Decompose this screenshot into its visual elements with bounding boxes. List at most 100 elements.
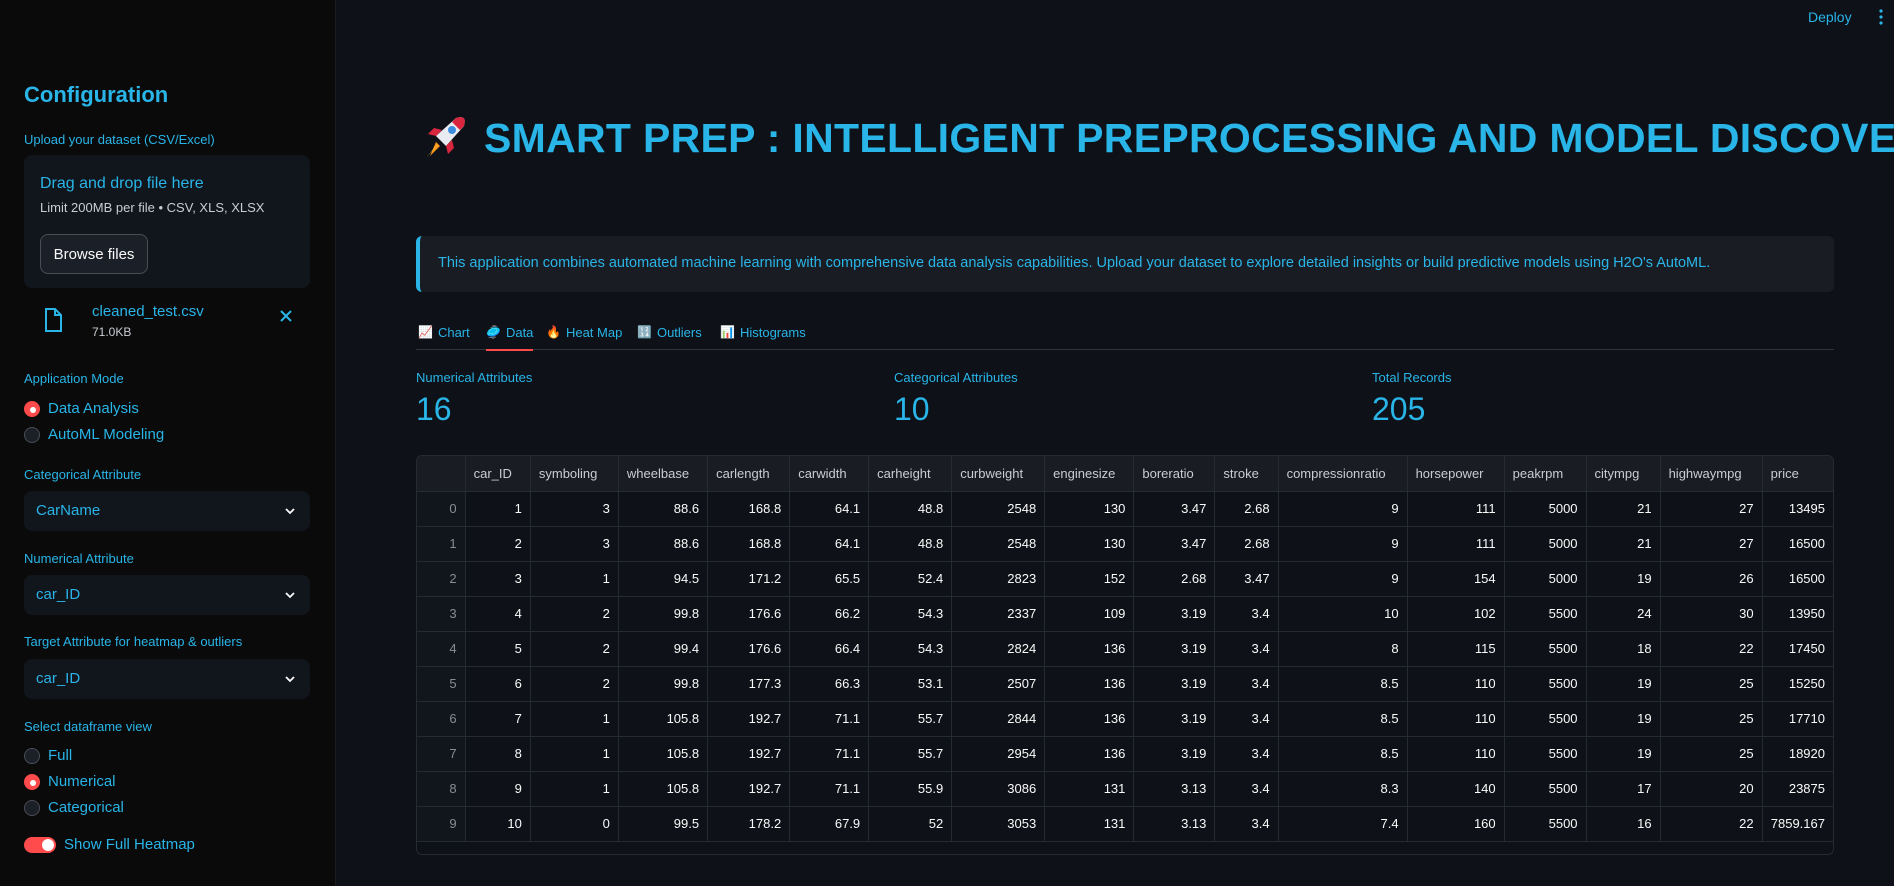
table-cell[interactable]: 154 [1407,561,1505,597]
file-dropzone[interactable]: Drag and drop file here Limit 200MB per … [24,155,310,288]
table-cell[interactable]: 1 [530,561,619,597]
table-cell[interactable]: 5500 [1504,771,1587,807]
table-cell[interactable]: 19 [1586,736,1661,772]
table-cell[interactable]: 66.3 [789,666,870,702]
table-cell[interactable]: 4 [465,596,531,632]
deploy-button[interactable]: Deploy [1808,9,1852,25]
table-cell[interactable]: 3 [465,561,531,597]
table-cell[interactable]: 3.13 [1133,771,1216,807]
column-header[interactable]: compressionratio [1278,456,1408,492]
radio-view-numerical[interactable]: Numerical [24,773,116,790]
table-cell[interactable]: 2.68 [1133,561,1216,597]
column-header[interactable]: carwidth [789,456,870,492]
table-cell[interactable]: 9 [1278,526,1408,562]
table-cell[interactable]: 2954 [951,736,1046,772]
column-header[interactable]: boreratio [1133,456,1216,492]
table-cell[interactable]: 94.5 [618,561,709,597]
close-icon[interactable] [278,308,294,324]
column-header[interactable]: symboling [530,456,619,492]
table-cell[interactable]: 64.1 [789,526,870,562]
table-cell[interactable]: 99.8 [618,596,709,632]
table-cell[interactable]: 19 [1586,561,1661,597]
table-cell[interactable]: 18920 [1762,736,1833,772]
table-cell[interactable]: 115 [1407,631,1505,667]
table-cell[interactable]: 140 [1407,771,1505,807]
table-cell[interactable]: 71.1 [789,736,870,772]
row-index[interactable]: 9 [417,806,466,842]
table-cell[interactable]: 102 [1407,596,1505,632]
table-cell[interactable]: 18 [1586,631,1661,667]
table-cell[interactable]: 55.7 [868,701,953,737]
table-cell[interactable]: 2 [530,596,619,632]
table-cell[interactable]: 88.6 [618,491,709,527]
table-cell[interactable]: 17710 [1762,701,1833,737]
table-cell[interactable]: 2824 [951,631,1046,667]
table-cell[interactable]: 48.8 [868,526,953,562]
table-cell[interactable]: 7.4 [1278,806,1408,842]
table-cell[interactable]: 16500 [1762,526,1833,562]
column-header[interactable]: car_ID [465,456,531,492]
table-cell[interactable]: 3.47 [1214,561,1279,597]
row-index[interactable]: 5 [417,666,466,702]
table-cell[interactable]: 178.2 [707,806,791,842]
table-cell[interactable]: 105.8 [618,771,709,807]
table-cell[interactable]: 64.1 [789,491,870,527]
table-cell[interactable]: 2 [530,666,619,702]
table-cell[interactable]: 1 [530,701,619,737]
table-cell[interactable]: 109 [1044,596,1135,632]
table-cell[interactable]: 168.8 [707,491,791,527]
table-cell[interactable]: 2 [530,631,619,667]
table-cell[interactable]: 3.47 [1133,491,1216,527]
table-cell[interactable]: 8.5 [1278,736,1408,772]
row-index[interactable]: 1 [417,526,466,562]
radio-automl-modeling[interactable]: AutoML Modeling [24,426,164,443]
table-cell[interactable]: 136 [1044,666,1135,702]
table-cell[interactable]: 3.19 [1133,596,1216,632]
table-cell[interactable]: 176.6 [707,596,791,632]
table-cell[interactable]: 110 [1407,736,1505,772]
table-cell[interactable]: 21 [1586,526,1661,562]
table-cell[interactable]: 21 [1586,491,1661,527]
table-cell[interactable]: 177.3 [707,666,791,702]
table-cell[interactable]: 3.4 [1214,736,1279,772]
table-cell[interactable]: 55.9 [868,771,953,807]
table-cell[interactable]: 168.8 [707,526,791,562]
table-cell[interactable]: 88.6 [618,526,709,562]
table-cell[interactable]: 22 [1660,631,1763,667]
table-cell[interactable]: 48.8 [868,491,953,527]
table-cell[interactable]: 111 [1407,526,1505,562]
table-cell[interactable]: 99.8 [618,666,709,702]
table-cell[interactable]: 110 [1407,666,1505,702]
table-cell[interactable]: 67.9 [789,806,870,842]
table-cell[interactable]: 17 [1586,771,1661,807]
dataframe[interactable]: car_ID symboling wheelbase carlength car… [416,455,1834,855]
column-header[interactable]: stroke [1214,456,1279,492]
table-cell[interactable]: 23875 [1762,771,1833,807]
table-cell[interactable]: 3.47 [1133,526,1216,562]
more-menu-icon[interactable] [1878,9,1884,25]
table-cell[interactable]: 71.1 [789,701,870,737]
table-cell[interactable]: 17450 [1762,631,1833,667]
table-cell[interactable]: 136 [1044,701,1135,737]
table-cell[interactable]: 2823 [951,561,1046,597]
table-cell[interactable]: 2.68 [1214,491,1279,527]
table-cell[interactable]: 13950 [1762,596,1833,632]
categorical-select[interactable]: CarName [24,491,310,531]
table-cell[interactable]: 136 [1044,736,1135,772]
tab-chart[interactable]: 📈 Chart [418,320,470,344]
table-cell[interactable]: 5 [465,631,531,667]
table-cell[interactable]: 13495 [1762,491,1833,527]
row-index[interactable]: 0 [417,491,466,527]
numerical-select[interactable]: car_ID [24,575,310,615]
table-cell[interactable]: 25 [1660,701,1763,737]
table-cell[interactable]: 3.4 [1214,806,1279,842]
table-cell[interactable]: 3053 [951,806,1046,842]
table-cell[interactable]: 2507 [951,666,1046,702]
table-cell[interactable]: 105.8 [618,701,709,737]
row-index[interactable]: 3 [417,596,466,632]
row-index[interactable]: 7 [417,736,466,772]
table-cell[interactable]: 20 [1660,771,1763,807]
table-cell[interactable]: 99.4 [618,631,709,667]
table-cell[interactable]: 25 [1660,736,1763,772]
table-cell[interactable]: 5500 [1504,701,1587,737]
